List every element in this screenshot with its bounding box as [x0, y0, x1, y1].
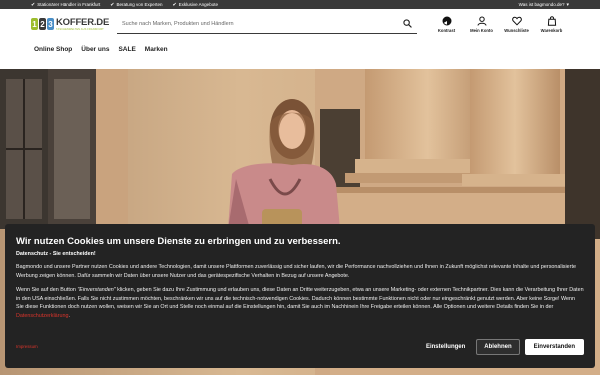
header: 1 2 3 KOFFER.DE TASCHENWELTEN AUS FRANKF…	[0, 9, 600, 39]
cookie-text: .	[68, 312, 70, 319]
cookie-settings-button[interactable]: Einstellungen	[426, 344, 465, 350]
wishlist-label: Wunschliste	[504, 27, 529, 33]
search-icon[interactable]	[402, 19, 412, 29]
check-icon: ✔	[110, 1, 115, 8]
search-bar	[117, 15, 417, 34]
usp-item: ✔ Beratung von Experten	[110, 2, 162, 8]
logo-digit: 2	[39, 18, 46, 30]
user-icon	[477, 16, 486, 26]
wishlist-button[interactable]: Wunschliste	[499, 16, 534, 33]
cookie-paragraph: Bagmondo und unsere Partner nutzen Cooki…	[16, 264, 576, 279]
cookie-subtitle: Datenschutz - Sie entscheiden!	[16, 251, 96, 257]
cart-label: Warenkorb	[540, 27, 563, 33]
cookie-text: Wenn Sie auf den Button	[16, 287, 78, 294]
privacy-policy-link[interactable]: Datenschutzerklärung	[16, 313, 68, 319]
about-link[interactable]: Was ist bagmondo.de? ▾	[519, 2, 569, 8]
cookie-decline-button[interactable]: Ablehnen	[476, 338, 520, 355]
contrast-label: Kontrast	[437, 27, 456, 33]
usp-label: Stationärer Händler in Frankfurt	[37, 2, 101, 7]
cookie-paragraph: Wenn Sie auf den Button "Einverstanden" …	[16, 286, 584, 320]
main-nav: Online Shop Über uns SALE Marken	[0, 39, 600, 59]
nav-item-about[interactable]: Über uns	[81, 46, 109, 53]
logo-digits: 1 2 3	[31, 18, 55, 30]
usp-item: ✔ Stationärer Händler in Frankfurt	[31, 2, 100, 8]
search-input[interactable]	[122, 20, 402, 27]
site-logo[interactable]: 1 2 3 KOFFER.DE TASCHENWELTEN AUS FRANKF…	[31, 16, 110, 32]
usp-label: Exklusive Angebote	[178, 2, 218, 7]
logo-name: KOFFER.DE	[56, 16, 110, 28]
contrast-icon	[442, 16, 451, 25]
chevron-down-icon: ▾	[566, 1, 569, 8]
cookie-text-emphasis: "Einverstanden"	[77, 287, 116, 294]
about-link-label[interactable]: Was ist bagmondo.de?	[519, 2, 565, 7]
contrast-button[interactable]: Kontrast	[429, 16, 464, 33]
account-button[interactable]: Mein Konto	[464, 16, 499, 33]
header-actions: Kontrast Mein Konto Wunschliste Warenkor…	[429, 15, 569, 33]
cookie-banner: Wir nutzen Cookies um unsere Dienste zu …	[5, 224, 595, 368]
usp-label: Beratung von Experten	[116, 2, 163, 7]
logo-tagline: TASCHENWELTEN AUS FRANKFURT	[56, 27, 104, 31]
usp-item: ✔ Exklusive Angebote	[172, 2, 217, 8]
nav-item-sale[interactable]: SALE	[118, 46, 135, 53]
account-label: Mein Konto	[470, 27, 493, 33]
heart-icon	[511, 16, 522, 26]
usp-bar: ✔ Stationärer Händler in Frankfurt ✔ Ber…	[0, 0, 600, 9]
cart-button[interactable]: Warenkorb	[534, 15, 569, 33]
logo-digit: 3	[47, 18, 54, 30]
cookie-accept-button[interactable]: Einverstanden	[524, 338, 584, 355]
check-icon: ✔	[172, 1, 177, 8]
nav-item-online-shop[interactable]: Online Shop	[34, 46, 72, 53]
cookie-title: Wir nutzen Cookies um unsere Dienste zu …	[16, 236, 341, 247]
check-icon: ✔	[31, 1, 36, 8]
imprint-link[interactable]: Impressum	[16, 344, 426, 349]
cookie-actions: Impressum Einstellungen Ablehnen Einvers…	[16, 338, 584, 355]
shopping-bag-icon	[547, 15, 556, 26]
nav-item-brands[interactable]: Marken	[145, 46, 168, 53]
logo-digit: 1	[31, 18, 38, 30]
